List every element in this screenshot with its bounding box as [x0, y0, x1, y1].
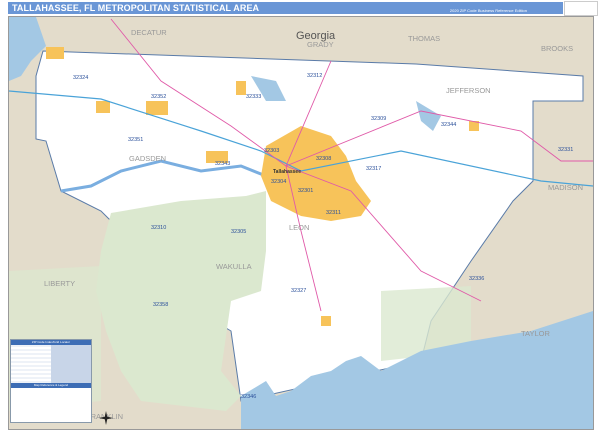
map-canvas[interactable]: 32324 32352 32333 32312 32309 32344 3235… — [8, 16, 594, 430]
zip-label: 32352 — [151, 94, 166, 100]
county-label: MADISON — [548, 183, 583, 192]
zip-label: 32309 — [371, 116, 386, 122]
county-label: BROOKS — [541, 44, 573, 53]
zip-label: 32343 — [215, 161, 230, 167]
zip-label: 32303 — [264, 148, 279, 154]
zip-label: 32327 — [291, 288, 306, 294]
county-label: TAYLOR — [521, 329, 550, 338]
legend-subtitle: Map Reference & Legend — [11, 383, 91, 388]
county-label: DECATUR — [131, 28, 167, 37]
zip-label: 32336 — [469, 276, 484, 282]
zip-label: 32358 — [153, 302, 168, 308]
edition-label: 2020 ZIP Code Business Reference Edition — [449, 8, 527, 13]
county-label: LIBERTY — [44, 279, 75, 288]
zip-label: 32311 — [326, 210, 341, 216]
zip-index-table-column — [51, 345, 91, 383]
publisher-logo — [564, 1, 598, 16]
county-label: LEON — [289, 223, 309, 232]
zip-label: 32346 — [241, 394, 256, 400]
zip-label: 32301 — [298, 188, 313, 194]
zip-label: 32317 — [366, 166, 381, 172]
zip-label: 32344 — [441, 122, 456, 128]
zip-label: 32351 — [128, 137, 143, 143]
zip-label: 32333 — [246, 94, 261, 100]
zip-label: 32312 — [307, 73, 322, 79]
map-title: TALLAHASSEE, FL METROPOLITAN STATISTICAL… — [12, 3, 260, 13]
zip-label: 32308 — [316, 156, 331, 162]
state-label: Georgia — [296, 30, 336, 42]
zip-label: 32305 — [231, 229, 246, 235]
county-label: JEFFERSON — [446, 86, 491, 95]
county-label: GADSDEN — [129, 154, 166, 163]
zip-label: 32324 — [73, 75, 88, 81]
map-svg: 32324 32352 32333 32312 32309 32344 3235… — [8, 17, 594, 429]
zip-label: 32310 — [151, 225, 166, 231]
zip-label: 32304 — [271, 179, 286, 185]
city-label: Tallahassee — [273, 169, 301, 175]
title-bar: TALLAHASSEE, FL METROPOLITAN STATISTICAL… — [8, 2, 563, 14]
zip-label: 32331 — [558, 147, 573, 153]
legend-panel: ZIP Code Index/Grid Locator Map Referenc… — [10, 339, 92, 423]
county-label: THOMAS — [408, 34, 440, 43]
county-label: WAKULLA — [216, 262, 252, 271]
